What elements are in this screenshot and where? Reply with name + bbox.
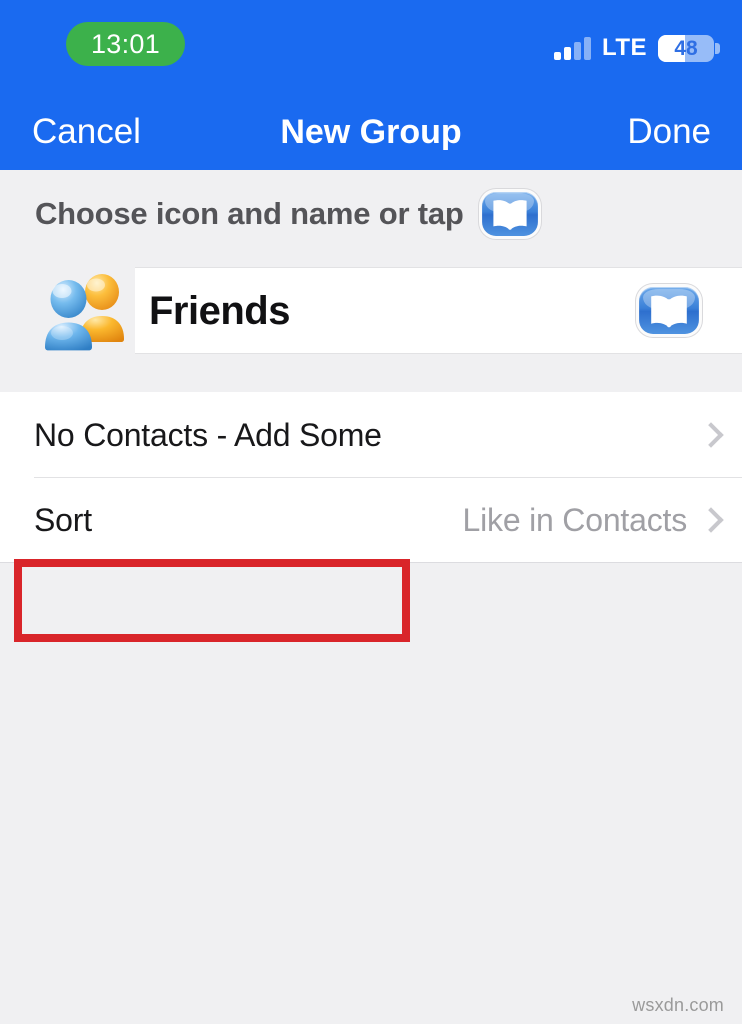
network-type-label: LTE xyxy=(601,34,647,61)
group-contacts-avatar-icon[interactable] xyxy=(36,263,128,355)
chevron-right-icon xyxy=(701,422,716,448)
page-content: Choose icon and name or tap Friends No C… xyxy=(0,170,742,1024)
status-bar: 13:01 LTE 48 xyxy=(0,0,742,93)
list-item-accessory: Like in Contacts xyxy=(463,504,716,536)
list-item-label: Sort xyxy=(34,501,92,538)
done-button[interactable]: Done xyxy=(627,93,711,170)
choose-icon-header: Choose icon and name or tap xyxy=(0,170,742,257)
book-icon[interactable] xyxy=(481,191,538,236)
book-icon[interactable] xyxy=(639,287,699,334)
battery-icon: 48 xyxy=(658,34,720,62)
status-bar-time: 13:01 xyxy=(90,28,161,59)
list-item-sort[interactable]: Sort Like in Contacts xyxy=(0,477,742,562)
name-field-book-icon-wrap xyxy=(639,287,699,334)
watermark: wsxdn.com xyxy=(632,995,724,1015)
list-bottom-divider xyxy=(0,562,742,563)
list-item-label: No Contacts - Add Some xyxy=(34,416,382,453)
battery-cap xyxy=(715,42,720,54)
chevron-right-icon xyxy=(701,507,716,533)
group-name-section: Friends xyxy=(0,267,742,354)
status-bar-indicators: LTE 48 xyxy=(553,28,720,68)
navigation-bar: Cancel New Group Done xyxy=(0,93,742,170)
settings-list: No Contacts - Add Some Sort Like in Cont… xyxy=(0,392,742,563)
battery-percent-label: 48 xyxy=(674,36,698,60)
list-item-no-contacts[interactable]: No Contacts - Add Some xyxy=(0,392,742,477)
status-bar-time-pill: 13:01 xyxy=(66,22,185,66)
group-name-value: Friends xyxy=(149,288,290,333)
list-item-accessory xyxy=(687,422,716,448)
signal-bars-icon xyxy=(553,36,591,60)
group-name-field[interactable]: Friends xyxy=(135,267,742,354)
annotation-highlight-box xyxy=(14,559,410,642)
list-item-value: Like in Contacts xyxy=(462,501,688,538)
choose-icon-label: Choose icon and name or tap xyxy=(35,196,464,231)
